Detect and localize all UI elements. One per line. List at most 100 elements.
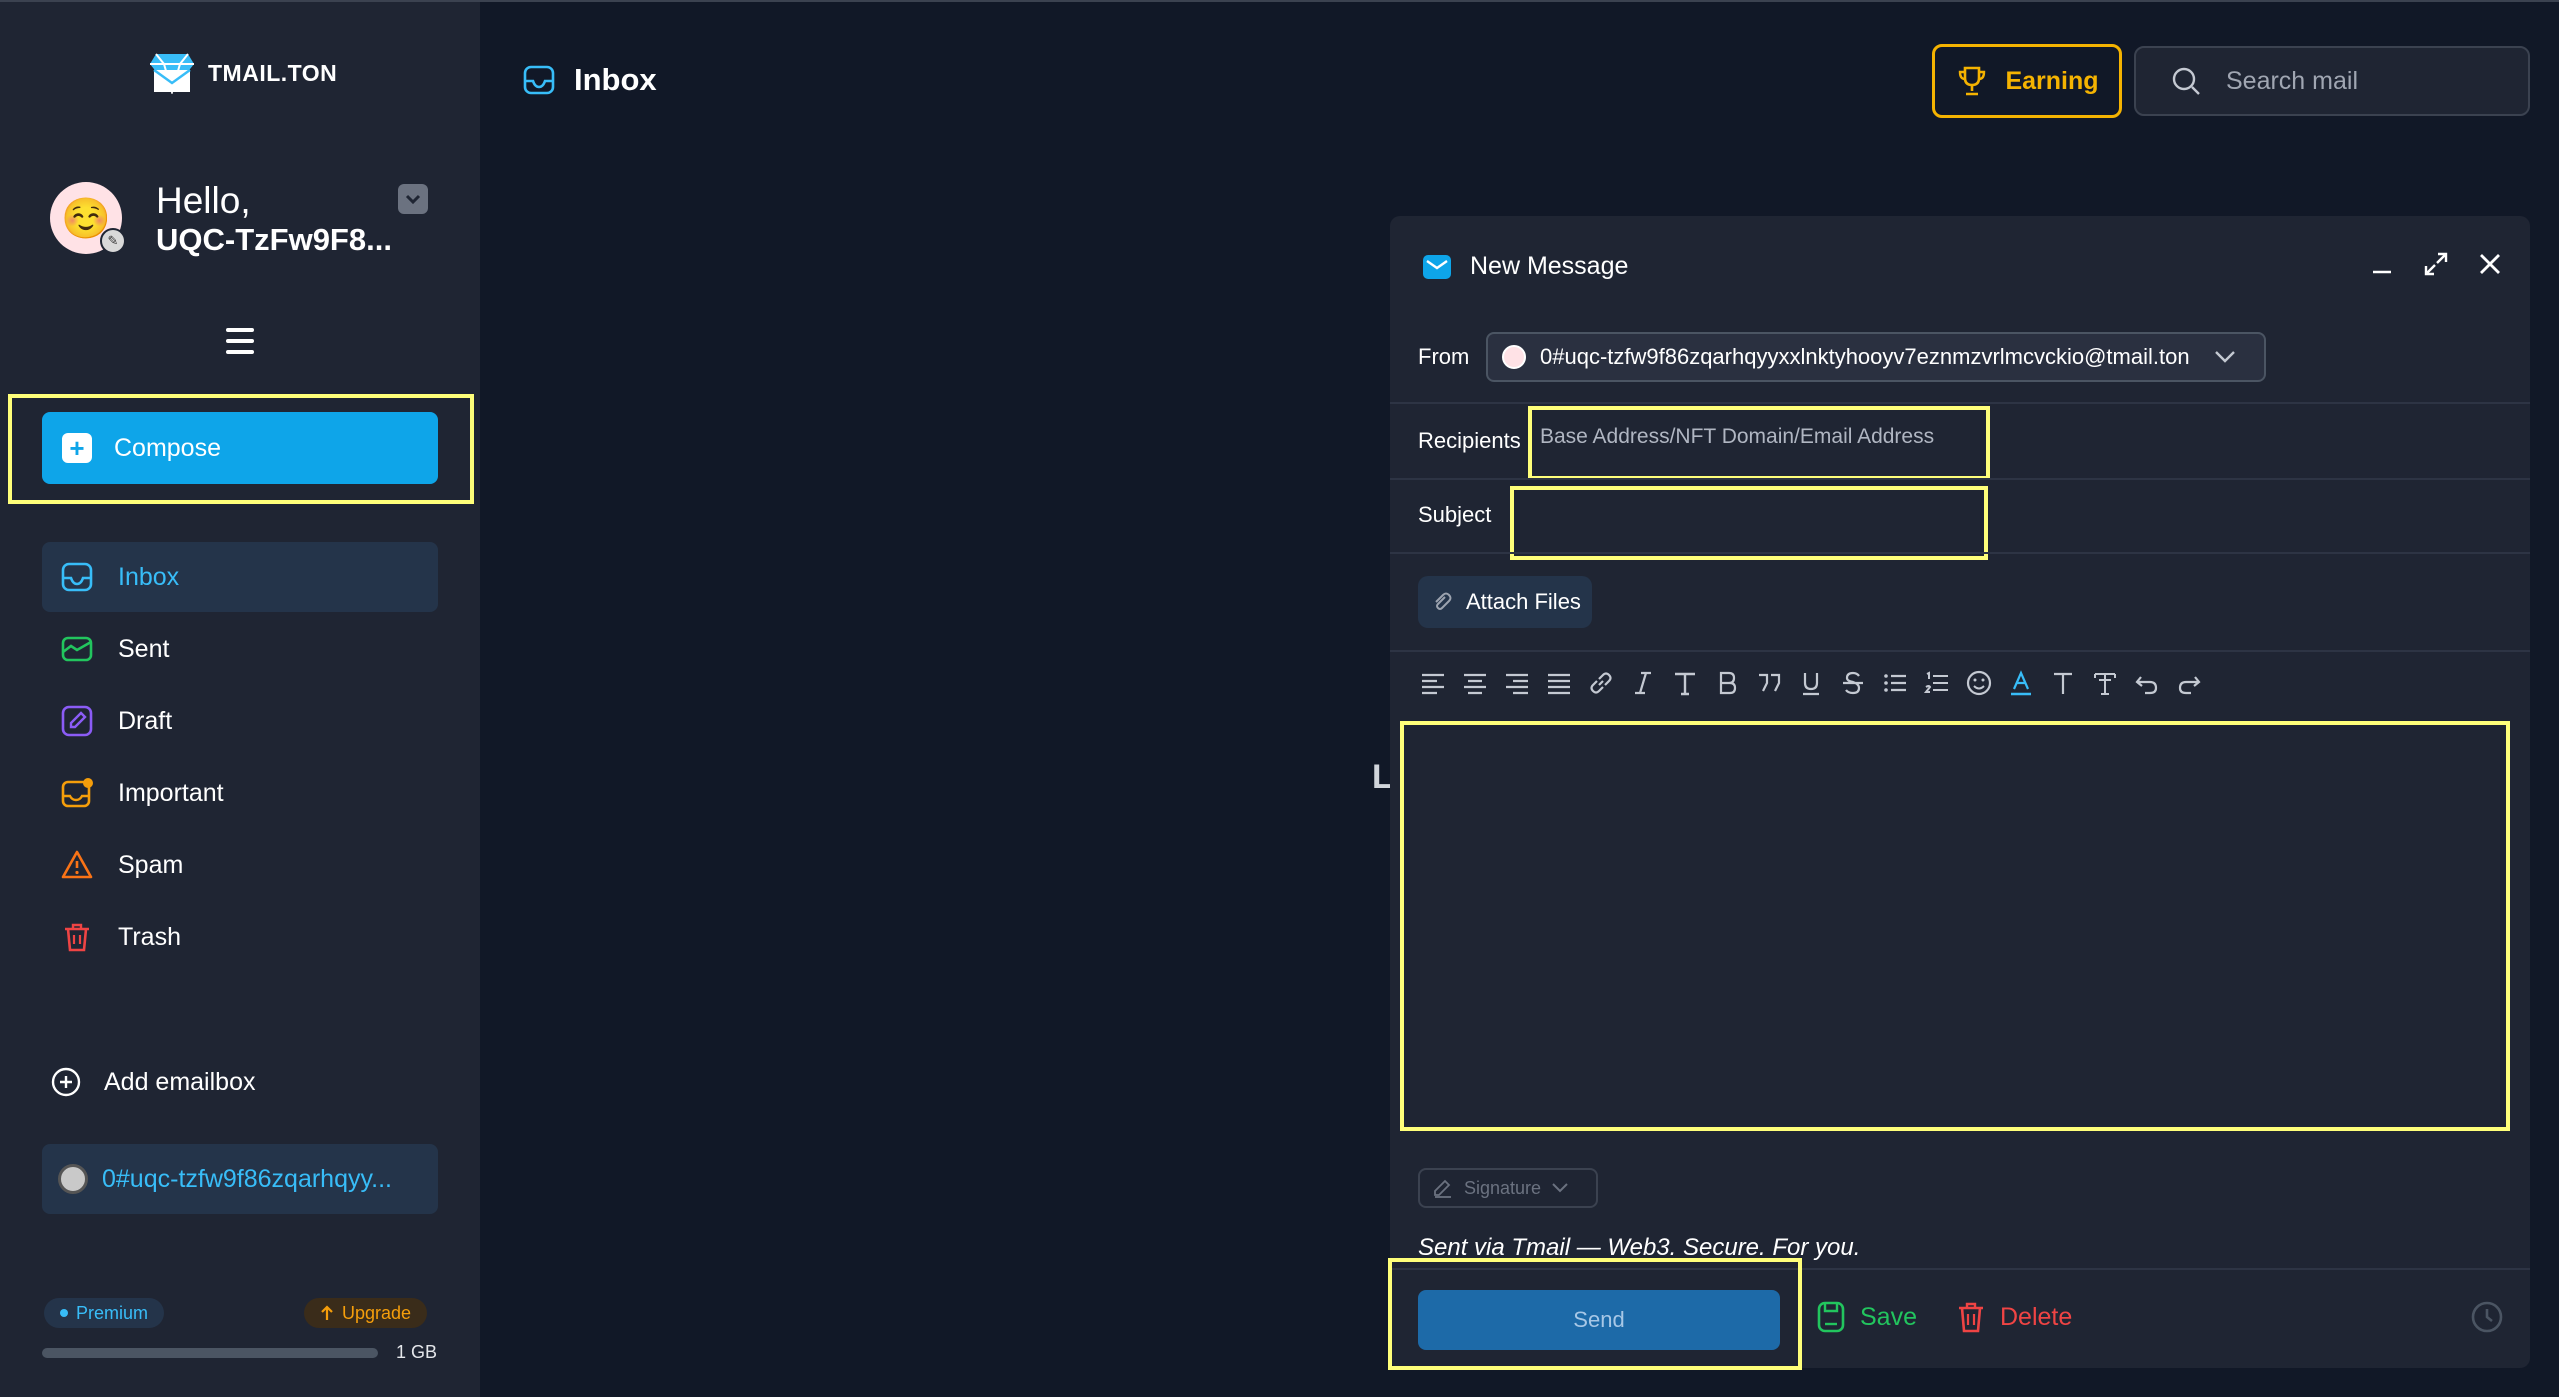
attach-files-label: Attach Files <box>1466 589 1581 614</box>
send-button[interactable]: Send <box>1418 1290 1780 1350</box>
clear-format-icon[interactable] <box>2090 668 2120 698</box>
greeting: Hello, <box>156 180 251 221</box>
divider <box>1390 552 2530 554</box>
expand-icon[interactable] <box>2422 250 2450 278</box>
signature-dropdown[interactable]: Signature <box>1418 1168 1598 1208</box>
trash-icon <box>1959 1302 1983 1333</box>
quote-icon[interactable] <box>1754 668 1784 698</box>
search-icon <box>2172 67 2200 95</box>
add-emailbox-button[interactable]: Add emailbox <box>50 1066 255 1098</box>
inbox-icon <box>523 65 555 95</box>
chevron-down-icon <box>1552 1183 1568 1193</box>
message-body-editor[interactable] <box>1400 721 2510 1131</box>
align-center-icon[interactable] <box>1460 668 1490 698</box>
text-size-icon[interactable] <box>1670 668 1700 698</box>
emailbox-address: 0#uqc-tzfw9f86zqarhqyy... <box>102 1164 392 1193</box>
save-label: Save <box>1860 1302 1917 1331</box>
premium-dot-icon <box>60 1309 68 1317</box>
from-label: From <box>1418 344 1470 369</box>
earning-label: Earning <box>2005 66 2099 95</box>
draft-icon <box>61 705 93 737</box>
from-value: 0#uqc-tzfw9f86zqarhqyyxxlnktyhooyv7eznmz… <box>1540 344 2190 369</box>
sidebar-item-important[interactable]: Important <box>42 758 438 828</box>
font-icon[interactable] <box>2048 668 2078 698</box>
upgrade-button[interactable]: Upgrade <box>304 1298 428 1328</box>
inbox-icon <box>61 562 93 592</box>
sidebar-item-draft[interactable]: Draft <box>42 686 438 756</box>
emoji-icon[interactable] <box>1964 668 1994 698</box>
strikethrough-icon[interactable] <box>1838 668 1868 698</box>
sidebar-item-label: Inbox <box>118 562 180 591</box>
divider <box>1390 402 2530 404</box>
subject-input[interactable] <box>1526 490 1996 552</box>
upgrade-label: Upgrade <box>342 1302 412 1323</box>
recipients-input[interactable] <box>1540 412 1960 462</box>
divider <box>1390 650 2530 652</box>
menu-toggle-icon[interactable] <box>226 328 254 354</box>
search-box[interactable] <box>2134 46 2530 116</box>
plus-circle-icon <box>51 1067 81 1097</box>
logo-text: TMAIL.TON <box>208 59 338 86</box>
from-avatar <box>1502 345 1526 369</box>
username: UQC-TzFw9F8... <box>156 222 392 257</box>
format-toolbar <box>1418 668 2204 698</box>
compose-title: New Message <box>1470 252 1629 280</box>
save-icon <box>1817 1301 1845 1333</box>
chevron-down-icon <box>405 194 421 204</box>
page-title-text: Inbox <box>574 62 657 97</box>
sidebar-item-label: Trash <box>118 922 181 951</box>
schedule-clock-icon[interactable] <box>2470 1300 2504 1334</box>
plus-icon: + <box>62 433 92 463</box>
underline-icon[interactable] <box>1796 668 1826 698</box>
account-dropdown-button[interactable] <box>398 184 428 214</box>
link-icon[interactable] <box>1586 668 1616 698</box>
emailbox-avatar <box>58 1164 88 1194</box>
text-color-icon[interactable] <box>2006 668 2036 698</box>
avatar-edit-icon[interactable]: ✎ <box>100 228 126 254</box>
premium-badge: Premium <box>44 1298 165 1328</box>
app-logo[interactable]: TMAIL.TON <box>148 52 337 94</box>
italic-icon[interactable] <box>1628 668 1658 698</box>
add-emailbox-label: Add emailbox <box>104 1067 256 1096</box>
sidebar-item-label: Draft <box>118 706 173 735</box>
sidebar-item-label: Important <box>118 778 224 807</box>
save-button[interactable]: Save <box>1816 1300 1917 1334</box>
storage-progress-bar <box>42 1348 378 1358</box>
signature-icon <box>1434 1179 1451 1198</box>
sidebar-item-trash[interactable]: Trash <box>42 902 438 972</box>
from-select[interactable]: 0#uqc-tzfw9f86zqarhqyyxxlnktyhooyv7eznmz… <box>1486 332 2266 382</box>
compose-window: New Message From 0#uqc-tzfw9f86zqarhqyyx… <box>1388 216 2530 1370</box>
bullet-list-icon[interactable] <box>1880 668 1910 698</box>
paperclip-icon <box>1435 592 1452 610</box>
align-left-icon[interactable] <box>1418 668 1448 698</box>
send-label: Send <box>1573 1307 1625 1332</box>
close-icon[interactable] <box>2476 250 2504 278</box>
diamond-envelope-icon <box>150 53 194 94</box>
numbered-list-icon[interactable] <box>1922 668 1952 698</box>
sidebar-item-spam[interactable]: Spam <box>42 830 438 900</box>
arrow-up-icon <box>321 1305 333 1320</box>
divider <box>1390 478 2530 480</box>
mail-icon <box>1423 254 1451 279</box>
sidebar-item-sent[interactable]: Sent <box>42 614 438 684</box>
storage-label: 1 GB <box>396 1342 438 1362</box>
align-justify-icon[interactable] <box>1544 668 1574 698</box>
delete-button[interactable]: Delete <box>1956 1300 2072 1334</box>
attach-files-button[interactable]: Attach Files <box>1418 576 1592 628</box>
compose-button[interactable]: + Compose <box>42 412 438 484</box>
page-title: Inbox <box>522 62 657 98</box>
emailbox-address-chip[interactable]: 0#uqc-tzfw9f86zqarhqyy... <box>42 1144 438 1214</box>
search-input[interactable] <box>2226 66 2506 96</box>
redo-icon[interactable] <box>2174 668 2204 698</box>
delete-label: Delete <box>2000 1302 2073 1331</box>
chevron-down-icon <box>2214 351 2235 363</box>
sidebar-item-inbox[interactable]: Inbox <box>42 542 438 612</box>
undo-icon[interactable] <box>2132 668 2162 698</box>
signature-label: Signature <box>1464 1177 1542 1198</box>
subject-label: Subject <box>1418 502 1492 527</box>
minimize-icon[interactable] <box>2368 250 2396 278</box>
earning-button[interactable]: Earning <box>1932 44 2122 118</box>
align-right-icon[interactable] <box>1502 668 1532 698</box>
bold-icon[interactable] <box>1712 668 1742 698</box>
trash-icon <box>65 923 89 952</box>
